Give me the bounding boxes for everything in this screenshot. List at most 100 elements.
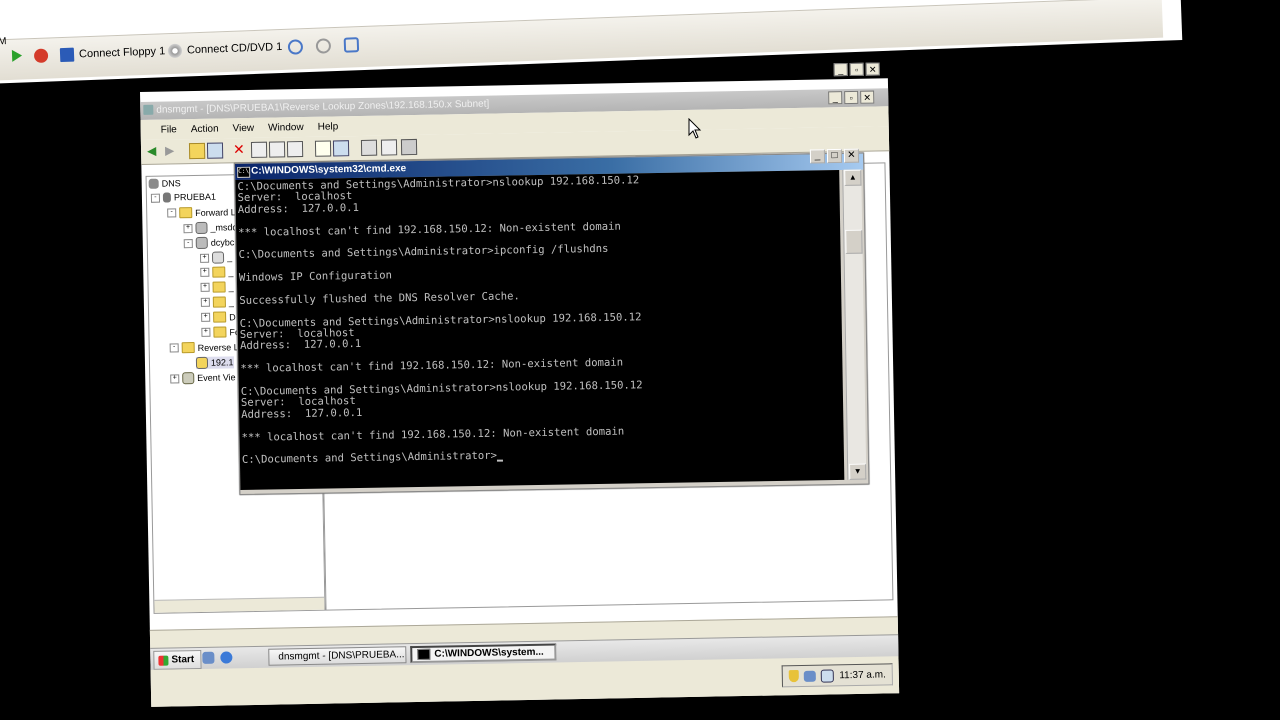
new-host-icon[interactable] [380, 139, 398, 156]
snapshot-button[interactable] [287, 39, 304, 55]
manage-snapshots-button[interactable] [343, 37, 360, 53]
menu-file[interactable]: File [161, 124, 177, 135]
cmd-maximize-button[interactable]: □ [826, 148, 843, 164]
zone-icon [211, 251, 225, 264]
help-icon[interactable] [314, 140, 332, 157]
taskbar-item-cmd[interactable]: C:\WINDOWS\system... [410, 643, 557, 664]
cmd-minimize-button[interactable]: _ [809, 149, 826, 164]
cmd-window-controls: _ □ ✕ [809, 148, 860, 164]
menu-action[interactable]: Action [191, 123, 219, 135]
dns-icon [143, 104, 154, 115]
tree-item-msdcs[interactable]: + _msdc [183, 221, 238, 235]
quicklaunch-desktop-icon[interactable] [202, 651, 215, 664]
scroll-up-arrow-icon[interactable]: ▲ [844, 169, 862, 186]
network-icon[interactable] [804, 670, 817, 682]
tree-item-sub[interactable]: + _ [199, 251, 233, 264]
tree-horizontal-scrollbar[interactable] [154, 596, 325, 613]
zone-icon [195, 236, 208, 250]
refresh-icon[interactable] [268, 141, 286, 158]
expand-icon[interactable]: + [199, 253, 210, 263]
mouse-pointer-icon [688, 118, 702, 139]
new-alias-icon[interactable] [400, 138, 418, 156]
tree-item-forward-zones[interactable]: - Forward L [167, 206, 236, 219]
server-icon [162, 192, 172, 203]
up-folder-icon[interactable] [188, 142, 206, 160]
start-vm-button[interactable] [11, 49, 23, 62]
tree-item-sub[interactable]: + _ [200, 296, 234, 308]
folder-icon [212, 296, 226, 308]
tree-item-reverse-subnet[interactable]: 192.1 [195, 356, 234, 370]
tree-item-sub[interactable]: + Fo [201, 326, 240, 338]
security-shield-icon[interactable] [789, 670, 800, 683]
zone-icon [195, 221, 208, 235]
tree-label: _msdc [210, 222, 238, 233]
menu-help[interactable]: Help [318, 121, 339, 132]
vm-host-window: VM Connect Floppy 1 Connect CD/DVD 1 [0, 0, 1183, 84]
mmc-minimize-button[interactable]: _ [828, 91, 843, 105]
expand-icon[interactable]: + [201, 327, 211, 337]
connect-cd-button[interactable]: Connect CD/DVD 1 [167, 40, 283, 59]
cmd-close-button[interactable]: ✕ [843, 148, 860, 163]
back-arrow-icon[interactable]: ◀ [147, 144, 161, 158]
revert-button[interactable] [315, 38, 332, 54]
collapse-icon[interactable]: - [150, 193, 161, 203]
expand-icon[interactable]: + [200, 282, 210, 292]
vm-close-button[interactable]: ✕ [865, 62, 880, 76]
vm-minimize-button[interactable]: _ [833, 63, 848, 77]
forward-arrow-icon[interactable]: ▶ [165, 143, 179, 157]
scroll-down-arrow-icon[interactable]: ▼ [849, 463, 867, 480]
scroll-thumb[interactable] [845, 229, 863, 254]
tree-item-domain[interactable]: - dcybc [183, 236, 235, 250]
menu-window[interactable]: Window [268, 122, 304, 134]
folder-icon [213, 311, 227, 323]
start-label: Start [171, 654, 195, 666]
export-icon[interactable] [286, 141, 304, 158]
console-output[interactable]: C:\Documents and Settings\Administrator>… [235, 169, 845, 490]
collapse-icon[interactable]: - [183, 238, 193, 248]
delete-icon[interactable]: ✕ [233, 141, 247, 157]
connect-floppy-label: Connect Floppy 1 [78, 45, 166, 61]
system-tray: 11:37 a.m. [782, 663, 893, 688]
console-icon[interactable] [332, 140, 350, 157]
tree-label: dcybc [210, 237, 235, 248]
console-vertical-scrollbar[interactable]: ▲ ▼ [842, 169, 867, 480]
tree-label: _ [226, 252, 233, 263]
tree-item-server[interactable]: - PRUEBA1 [150, 192, 216, 203]
connect-floppy-button[interactable]: Connect Floppy 1 [59, 44, 166, 63]
reset-icon [33, 48, 49, 64]
tree-label: 192.1 [210, 357, 234, 368]
tree-item-sub[interactable]: + _ [200, 281, 234, 293]
tree-item-dns[interactable]: DNS [148, 178, 181, 189]
vm-restore-button[interactable]: ▫ [849, 62, 864, 76]
start-button[interactable]: Start [153, 649, 202, 670]
new-record-icon[interactable] [360, 139, 378, 156]
folder-icon [212, 266, 226, 278]
collapse-icon[interactable]: - [167, 208, 177, 218]
mmc-restore-button[interactable]: ▫ [844, 90, 859, 105]
event-viewer-icon [182, 372, 195, 385]
taskbar-item-dnsmgmt[interactable]: dnsmgmt - [DNS\PRUEBA... [268, 646, 407, 666]
connect-cd-label: Connect CD/DVD 1 [186, 40, 283, 57]
tree-label: _ [228, 296, 234, 307]
expand-icon[interactable]: + [200, 297, 210, 307]
tree-item-sub[interactable]: + _ [200, 266, 233, 278]
play-icon [11, 49, 23, 62]
properties-icon[interactable] [250, 141, 268, 158]
dns-icon [148, 178, 159, 189]
tree-item-event-viewer[interactable]: + Event Vie [170, 371, 236, 385]
expand-icon[interactable]: + [170, 373, 180, 383]
expand-icon[interactable]: + [183, 223, 193, 233]
task-label: dnsmgmt - [DNS\PRUEBA... [278, 649, 405, 663]
menu-view[interactable]: View [233, 122, 255, 133]
mmc-close-button[interactable]: ✕ [860, 90, 875, 104]
tree-item-reverse-zones[interactable]: - Reverse L [169, 341, 239, 354]
tree-item-sub[interactable]: + D [201, 311, 236, 323]
vm-window-controls: _ ▫ ✕ [833, 62, 880, 77]
expand-icon[interactable]: + [200, 267, 210, 277]
show-tree-icon[interactable] [206, 142, 224, 159]
expand-icon[interactable]: + [201, 312, 211, 322]
reset-vm-button[interactable] [33, 48, 49, 64]
collapse-icon[interactable]: - [169, 343, 179, 353]
vm-tools-icon[interactable] [821, 668, 835, 683]
internet-explorer-icon[interactable] [220, 651, 233, 664]
